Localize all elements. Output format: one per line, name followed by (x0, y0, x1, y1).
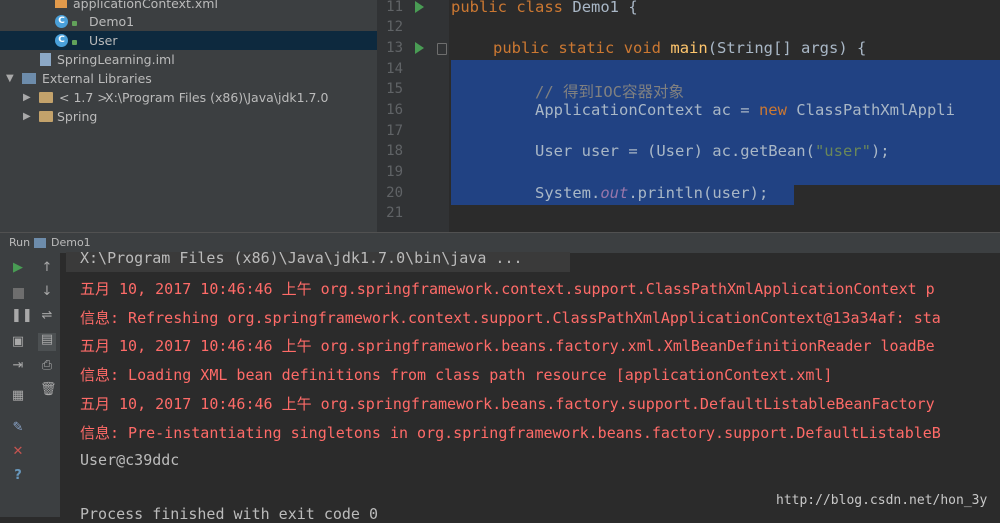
console-line: User@c39ddc (80, 451, 180, 469)
jdk-icon (39, 92, 53, 103)
static-field: out (600, 184, 629, 202)
console-toolbar: ↑ ↓ ⇌ ▤ ⎙ 🗑 (34, 253, 61, 517)
tree-item-label: User (89, 33, 118, 48)
class-icon: C (55, 15, 68, 28)
tree-item-springlearning-iml[interactable]: SpringLearning.iml (0, 50, 377, 69)
run-config-icon (34, 238, 46, 248)
run-gutter-icon[interactable] (415, 42, 424, 54)
clear-all-icon[interactable]: 🗑 (40, 383, 57, 397)
watermark: http://blog.csdn.net/hon_3y (776, 493, 988, 508)
run-label: Run (9, 236, 31, 249)
collapse-arrow-icon[interactable]: ▶ (23, 88, 31, 107)
tree-item-label: Demo1 (89, 14, 135, 29)
soft-wrap-icon[interactable]: ⇌ (40, 309, 54, 323)
console-line: 信息: Pre-instantiating singletons in org.… (80, 424, 941, 442)
keyword: static (558, 39, 615, 57)
code-text: ClassPathXmlAppli (786, 101, 955, 119)
tree-item-spring[interactable]: ▶ Spring (0, 107, 377, 126)
method-name: main (670, 39, 708, 57)
console-line: 信息: Loading XML bean definitions from cl… (80, 366, 833, 384)
code-text: System. (535, 184, 601, 202)
tree-item-label: SpringLearning.iml (57, 52, 175, 67)
close-icon[interactable]: ✕ (11, 445, 25, 459)
pin-icon[interactable]: ✎ (11, 421, 25, 435)
code-line-20: System.out.println(user); (535, 184, 768, 202)
exit-icon[interactable]: ⇥ (11, 359, 25, 373)
code-line-15: // 得到IOC容器对象 (535, 83, 684, 101)
code-line-18: User user = (User) ac.getBean("user"); (535, 142, 890, 160)
layout-icon[interactable]: ▦ (11, 389, 25, 403)
stop-icon[interactable] (13, 288, 24, 299)
line-number: 12 (386, 19, 403, 35)
tree-item-detail: X:\Program Files (x86)\Java\jdk1.7.0 (105, 90, 329, 105)
code-text: (String[] args) { (707, 39, 867, 57)
code-text: User user = (User) ac.getBean( (535, 142, 815, 160)
rerun-icon[interactable]: ▶ (11, 261, 25, 275)
code-line-16: ApplicationContext ac = new ClassPathXml… (535, 101, 955, 119)
scroll-to-end-icon[interactable]: ▤ (38, 333, 56, 351)
class-icon: C (55, 34, 68, 47)
line-number: 18 (386, 143, 403, 159)
expand-arrow-icon[interactable]: ▼ (6, 69, 14, 88)
scroll-down-icon[interactable]: ↓ (40, 285, 54, 299)
line-number: 14 (386, 61, 403, 77)
tree-item-jdk[interactable]: ▶ < 1.7 > X:\Program Files (x86)\Java\jd… (0, 88, 377, 107)
tree-item-user[interactable]: C User (0, 31, 377, 50)
run-toolbar: ▶ ❚❚ ▣ ⇥ ▦ ✎ ✕ ? (0, 253, 34, 517)
code-line-13: public static void main(String[] args) { (493, 39, 866, 57)
selection-highlight (451, 60, 1000, 185)
library-icon (39, 111, 53, 122)
console-line: Process finished with exit code 0 (80, 505, 379, 523)
xml-file-icon (55, 0, 67, 8)
scroll-up-icon[interactable]: ↑ (40, 261, 54, 275)
keyword: class (516, 0, 564, 16)
pause-icon[interactable]: ❚❚ (11, 309, 33, 323)
console-line: 五月 10, 2017 10:46:46 上午 org.springframew… (80, 395, 935, 413)
project-tree: applicationContext.xml C Demo1 C User Sp… (0, 0, 377, 232)
keyword: new (758, 101, 787, 119)
brace: { (628, 0, 638, 16)
line-number: 21 (386, 205, 403, 221)
line-number: 13 (386, 40, 403, 56)
fold-marker-icon[interactable] (437, 43, 447, 55)
run-gutter-icon[interactable] (415, 1, 424, 13)
line-number: 17 (386, 123, 403, 139)
class-name: Demo1 (572, 0, 620, 16)
lock-icon (72, 40, 77, 45)
lock-icon (72, 21, 77, 26)
tree-item-label: < 1.7 > (59, 90, 108, 105)
console-line: 五月 10, 2017 10:46:46 上午 org.springframew… (80, 337, 935, 355)
print-icon[interactable]: ⎙ (40, 359, 54, 373)
libraries-icon (22, 73, 36, 84)
tree-item-external-libraries[interactable]: ▼ External Libraries (0, 69, 377, 88)
console-line: 信息: Refreshing org.springframework.conte… (80, 309, 941, 327)
iml-file-icon (40, 53, 51, 66)
dump-threads-icon[interactable]: ▣ (11, 335, 25, 349)
code-text: ); (870, 142, 890, 160)
help-icon[interactable]: ? (11, 469, 25, 483)
string-literal: "user" (814, 142, 871, 160)
keyword: public (451, 0, 507, 16)
code-line-11: public class Demo1 { (451, 0, 638, 16)
keyword: void (623, 39, 662, 57)
code-text: ApplicationContext ac = (535, 101, 759, 119)
line-number: 16 (386, 102, 403, 118)
keyword: public (493, 39, 549, 57)
code-text: .println(user); (628, 184, 769, 202)
collapse-arrow-icon[interactable]: ▶ (23, 107, 31, 126)
console-line: 五月 10, 2017 10:46:46 上午 org.springframew… (80, 280, 935, 298)
line-number: 11 (386, 0, 403, 15)
line-number: 15 (386, 81, 403, 97)
line-number: 20 (386, 185, 403, 201)
run-config-tab[interactable]: Demo1 (51, 236, 91, 249)
tree-item-label: External Libraries (42, 71, 152, 86)
console-line-cmd: X:\Program Files (x86)\Java\jdk1.7.0\bin… (80, 249, 523, 267)
tree-item-demo1[interactable]: C Demo1 (0, 12, 377, 31)
tree-item-label: Spring (57, 109, 98, 124)
line-number: 19 (386, 164, 403, 180)
